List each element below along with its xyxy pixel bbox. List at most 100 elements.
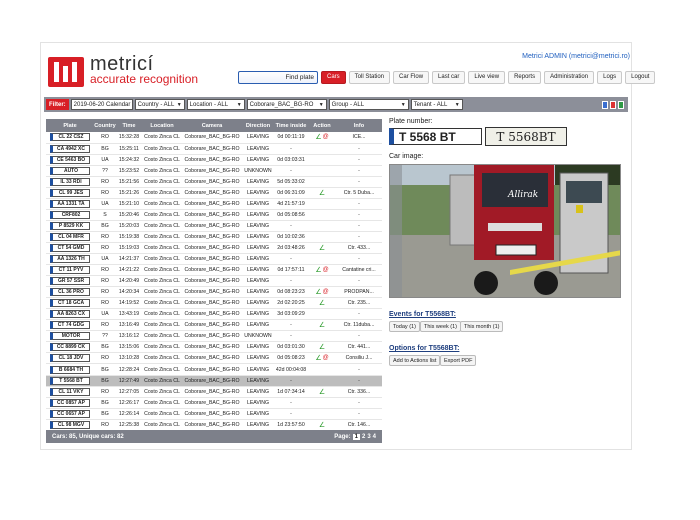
plate-badge[interactable]: CC 8899 CK bbox=[50, 343, 90, 352]
check-icon[interactable]: ∠ bbox=[315, 133, 321, 141]
excel-icon[interactable] bbox=[618, 100, 624, 109]
camera-select[interactable]: Coborare_BAC_BG-RO ▼ bbox=[246, 99, 327, 110]
plate-badge[interactable]: CL 11 VKY bbox=[50, 387, 90, 396]
table-row[interactable]: CRF802 S 15:20:46 Costo Zinca CL Coborare_BA… bbox=[46, 209, 382, 221]
cell-plate[interactable]: CL 99 JES bbox=[46, 187, 94, 199]
country-select[interactable]: Country - ALL ▼ bbox=[134, 99, 185, 110]
col-camera[interactable]: Camera bbox=[182, 119, 242, 132]
table-row[interactable]: CA 4942 XC BG 15:25:11 Costo Zinca CL Cobora… bbox=[46, 143, 382, 155]
check-icon[interactable]: ∠ bbox=[319, 299, 325, 307]
table-row[interactable]: P 8529 KK BG 15:20:03 Costo Zinca CL Coborar… bbox=[46, 220, 382, 232]
cell-action[interactable] bbox=[308, 397, 336, 409]
plate-badge[interactable]: B 6684 TH bbox=[50, 365, 90, 374]
cell-plate[interactable]: B 6684 TH bbox=[46, 363, 94, 376]
events-month-button[interactable]: This month (1) bbox=[460, 321, 504, 332]
table-row[interactable]: CL 36 PRO RO 14:20:34 Costo Zinca CL Coborar… bbox=[46, 286, 382, 299]
find-plate-button[interactable]: Find plate bbox=[238, 70, 318, 84]
cell-plate[interactable]: CT 18 GCA bbox=[46, 297, 94, 310]
table-row[interactable]: IL 33 RDI RO 15:21:56 Costo Zinca CL Coborar… bbox=[46, 176, 382, 188]
plate-badge[interactable]: AA 8263 CX bbox=[50, 310, 90, 319]
nav-logout[interactable]: Logout bbox=[625, 70, 656, 84]
table-row[interactable]: GR 57 SSR RO 14:20:49 Costo Zinca CL Coborar… bbox=[46, 275, 382, 288]
plate-badge[interactable]: CT 18 GCA bbox=[50, 299, 90, 308]
cell-action[interactable]: ∠ bbox=[308, 341, 336, 354]
plate-badge[interactable]: AUTO bbox=[50, 166, 90, 175]
nav-administration[interactable]: Administration bbox=[544, 70, 595, 84]
table-row[interactable]: MOTOR?? 13:16:12 Costo Zinca CL Coborare_BA… bbox=[46, 330, 382, 343]
email-icon[interactable]: @ bbox=[323, 355, 329, 361]
cell-plate[interactable]: P 8529 KK bbox=[46, 220, 94, 232]
cell-action[interactable] bbox=[308, 165, 336, 177]
cell-plate[interactable]: CRF802 bbox=[46, 209, 94, 221]
plate-badge[interactable]: CT 11 PYV bbox=[50, 266, 90, 275]
cell-action[interactable] bbox=[308, 209, 336, 221]
cell-action[interactable] bbox=[308, 198, 336, 210]
events-week-button[interactable]: This week (1) bbox=[420, 321, 462, 332]
plate-badge[interactable]: CL 18 JDV bbox=[50, 354, 90, 363]
check-icon[interactable]: ∠ bbox=[315, 354, 321, 362]
cell-plate[interactable]: MOTOR bbox=[46, 330, 94, 343]
plate-badge[interactable]: CC 0857 AP bbox=[50, 398, 90, 407]
cell-plate[interactable]: CT 11 PYV bbox=[46, 264, 94, 277]
page-2[interactable]: 2 bbox=[362, 434, 365, 440]
cell-action[interactable]: ∠ bbox=[308, 187, 336, 199]
date-picker[interactable]: 2019-06-20 Calendar bbox=[70, 99, 133, 110]
plate-badge[interactable]: P 8529 KK bbox=[50, 221, 90, 230]
plate-badge[interactable]: IL 33 RDI bbox=[50, 177, 90, 186]
plate-badge[interactable]: CE 5463 BO bbox=[50, 155, 90, 164]
table-row[interactable]: AUTO?? 15:23:52 Costo Zinca CL Coborare_BAC… bbox=[46, 165, 382, 177]
page-3[interactable]: 3 bbox=[367, 434, 370, 440]
cell-plate[interactable]: CT 54 GMD bbox=[46, 242, 94, 255]
plate-badge[interactable]: CC 0657 AP bbox=[50, 409, 90, 418]
table-row[interactable]: CC 0657 AP BG 12:26:14 Costo Zinca CL Cobora… bbox=[46, 408, 382, 420]
plate-badge[interactable]: T 5568 BT bbox=[50, 376, 90, 385]
cell-plate[interactable]: AA 8263 CX bbox=[46, 308, 94, 321]
cell-plate[interactable]: GR 57 SSR bbox=[46, 275, 94, 288]
add-to-actions-button[interactable]: Add to Actions list bbox=[389, 355, 441, 366]
check-icon[interactable]: ∠ bbox=[315, 288, 321, 296]
events-today-button[interactable]: Today (1) bbox=[389, 321, 420, 332]
cell-action[interactable] bbox=[308, 143, 336, 155]
nav-last-car[interactable]: Last car bbox=[432, 70, 466, 84]
table-row[interactable]: CL 04 MFR RO 15:19:38 Costo Zinca CL Coborar… bbox=[46, 231, 382, 243]
cell-plate[interactable]: CL 22 CSZ bbox=[46, 132, 94, 144]
cell-plate[interactable]: AA 1326 TH bbox=[46, 253, 94, 266]
cell-plate[interactable]: CE 5463 BO bbox=[46, 154, 94, 166]
cell-plate[interactable]: T 5568 BT bbox=[46, 375, 94, 387]
col-action[interactable]: Action bbox=[308, 119, 336, 132]
col-country[interactable]: Country bbox=[94, 119, 116, 132]
table-row[interactable]: CL 99 JES RO 15:21:26 Costo Zinca CL Coborar… bbox=[46, 187, 382, 199]
table-row[interactable]: CL 22 CSZ RO 15:32:28 Costo Zinca CL Coborar… bbox=[46, 132, 382, 144]
page-1[interactable]: 1 bbox=[352, 433, 360, 440]
col-time[interactable]: Time bbox=[116, 119, 142, 132]
nav-reports[interactable]: Reports bbox=[508, 70, 542, 84]
cell-action[interactable] bbox=[308, 275, 336, 288]
user-account-link[interactable]: Metrici ADMIN (metrici@metrici.ro) bbox=[522, 53, 630, 60]
cell-action[interactable]: ∠ @ bbox=[308, 286, 336, 299]
cell-plate[interactable]: CC 8899 CK bbox=[46, 341, 94, 354]
tenant-select[interactable]: Tenant - ALL ▼ bbox=[410, 99, 463, 110]
page-4[interactable]: 4 bbox=[373, 434, 376, 440]
group-select[interactable]: Group - ALL ▼ bbox=[328, 99, 409, 110]
email-icon[interactable]: @ bbox=[323, 289, 329, 295]
check-icon[interactable]: ∠ bbox=[319, 321, 325, 329]
cell-plate[interactable]: CL 98 MGV bbox=[46, 419, 94, 431]
col-info[interactable]: Info bbox=[336, 119, 382, 132]
check-icon[interactable]: ∠ bbox=[319, 421, 325, 429]
cell-plate[interactable]: CL 36 PRO bbox=[46, 286, 94, 299]
col-location[interactable]: Location bbox=[142, 119, 182, 132]
email-icon[interactable]: @ bbox=[323, 134, 329, 140]
export-pdf-button[interactable]: Export PDF bbox=[440, 355, 477, 366]
plate-badge[interactable]: AA 1331 TA bbox=[50, 199, 90, 208]
cell-plate[interactable]: CC 0657 AP bbox=[46, 408, 94, 420]
cell-action[interactable] bbox=[308, 253, 336, 266]
table-row[interactable]: T 5568 BT BG 12:27:49 Costo Zinca CL Coborar… bbox=[46, 375, 382, 387]
cell-plate[interactable]: AUTO bbox=[46, 165, 94, 177]
nav-live-view[interactable]: Live view bbox=[468, 70, 506, 84]
table-row[interactable]: AA 8263 CX UA 13:43:19 Costo Zinca CL Cobora… bbox=[46, 308, 382, 321]
plate-badge[interactable]: CL 98 MGV bbox=[50, 420, 90, 429]
col-plate[interactable]: Plate bbox=[46, 119, 94, 132]
cell-action[interactable]: ∠ bbox=[308, 319, 336, 332]
location-select[interactable]: Location - ALL ▼ bbox=[186, 99, 245, 110]
cell-action[interactable] bbox=[308, 220, 336, 232]
